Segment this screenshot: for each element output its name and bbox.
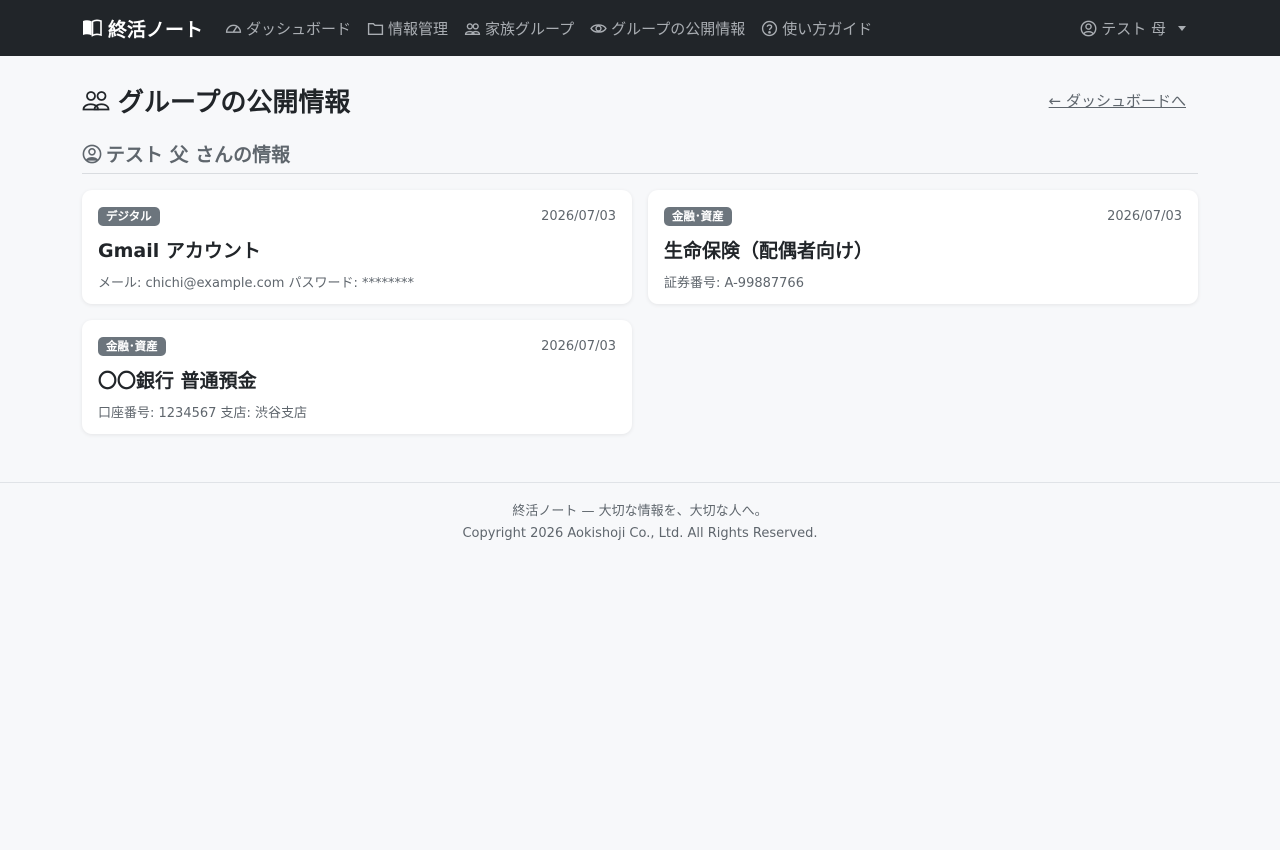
card-detail: メール: chichi@example.com パスワード: ******** — [98, 276, 415, 291]
question-circle-icon — [762, 20, 778, 36]
nav-link-label: 情報管理 — [388, 19, 449, 38]
card-date: 2026/07/03 — [541, 338, 616, 354]
footer-tagline: 終活ノート — 大切な情報を、大切な人へ。 — [512, 504, 768, 519]
main-content: グループの公開情報 ← ダッシュボードへ テスト 父 さんの情報 デジタル 20… — [82, 82, 1198, 434]
nav-link-dashboard[interactable]: ダッシュボード — [225, 18, 351, 39]
category-badge: 金融･資産 — [664, 206, 732, 226]
brand-link[interactable]: 終活ノート — [82, 15, 203, 42]
category-badge: 金融･資産 — [98, 336, 166, 356]
page-title-text: グループの公開情報 — [118, 87, 351, 118]
people-icon — [464, 22, 481, 35]
brand-name: 終活ノート — [108, 18, 204, 41]
person-circle-icon — [82, 144, 102, 163]
footer-copyright: Copyright 2026 Aokishoji Co., Ltd. All R… — [462, 526, 818, 541]
folder-icon — [367, 22, 384, 35]
card-title: 生命保険（配偶者向け） — [664, 240, 874, 262]
card-detail: 証券番号: A-99887766 — [664, 276, 804, 291]
card-title: Gmail アカウント — [98, 240, 261, 262]
info-card[interactable]: デジタル 2026/07/03 Gmail アカウント メール: chichi@… — [82, 190, 632, 304]
user-dropdown[interactable]: テスト 母 — [1080, 0, 1186, 56]
card-date: 2026/07/03 — [541, 208, 616, 224]
nav-link-family-group[interactable]: 家族グループ — [464, 18, 574, 39]
page-title: グループの公開情報 — [82, 82, 350, 119]
nav-link-usage-guide[interactable]: 使い方ガイド — [761, 18, 872, 39]
nav-link-group-public-info[interactable]: グループの公開情報 — [590, 18, 745, 39]
card-title: 〇〇銀行 普通預金 — [98, 370, 257, 392]
back-to-dashboard-link[interactable]: ← ダッシュボードへ — [1049, 90, 1186, 111]
nav-link-info-management[interactable]: 情報管理 — [367, 18, 448, 39]
info-card[interactable]: 金融･資産 2026/07/03 生命保険（配偶者向け） 証券番号: A-998… — [648, 190, 1198, 304]
nav-link-label: 家族グループ — [485, 19, 575, 38]
eye-icon — [590, 23, 607, 33]
people-icon — [82, 91, 110, 111]
nav-links: ダッシュボード 情報管理 家族グループ グループの公開情報 使い方ガイド — [225, 18, 872, 39]
info-cards: デジタル 2026/07/03 Gmail アカウント メール: chichi@… — [82, 190, 1198, 434]
user-name: テスト 母 — [1101, 19, 1166, 38]
nav-link-label: 使い方ガイド — [782, 19, 873, 38]
page-footer: 終活ノート — 大切な情報を、大切な人へ。 Copyright 2026 Aok… — [0, 482, 1280, 545]
info-card[interactable]: 金融･資産 2026/07/03 〇〇銀行 普通預金 口座番号: 1234567… — [82, 320, 632, 434]
person-circle-icon — [1080, 20, 1097, 36]
nav-link-label: ダッシュボード — [246, 19, 352, 38]
nav-link-label: グループの公開情報 — [611, 19, 746, 38]
page-header: グループの公開情報 ← ダッシュボードへ — [82, 82, 1198, 118]
section-title: テスト 父 さんの情報 — [82, 140, 1198, 174]
top-navbar: 終活ノート ダッシュボード 情報管理 家族グループ グループの公開情報 使い方ガ… — [0, 0, 1280, 56]
speedometer-icon — [225, 24, 242, 33]
card-detail: 口座番号: 1234567 支店: 渋谷支店 — [98, 406, 308, 421]
category-badge: デジタル — [98, 206, 160, 226]
book-icon — [83, 19, 102, 37]
section-title-text: テスト 父 さんの情報 — [106, 144, 291, 166]
card-date: 2026/07/03 — [1107, 208, 1182, 224]
caret-down-icon — [1178, 25, 1186, 31]
